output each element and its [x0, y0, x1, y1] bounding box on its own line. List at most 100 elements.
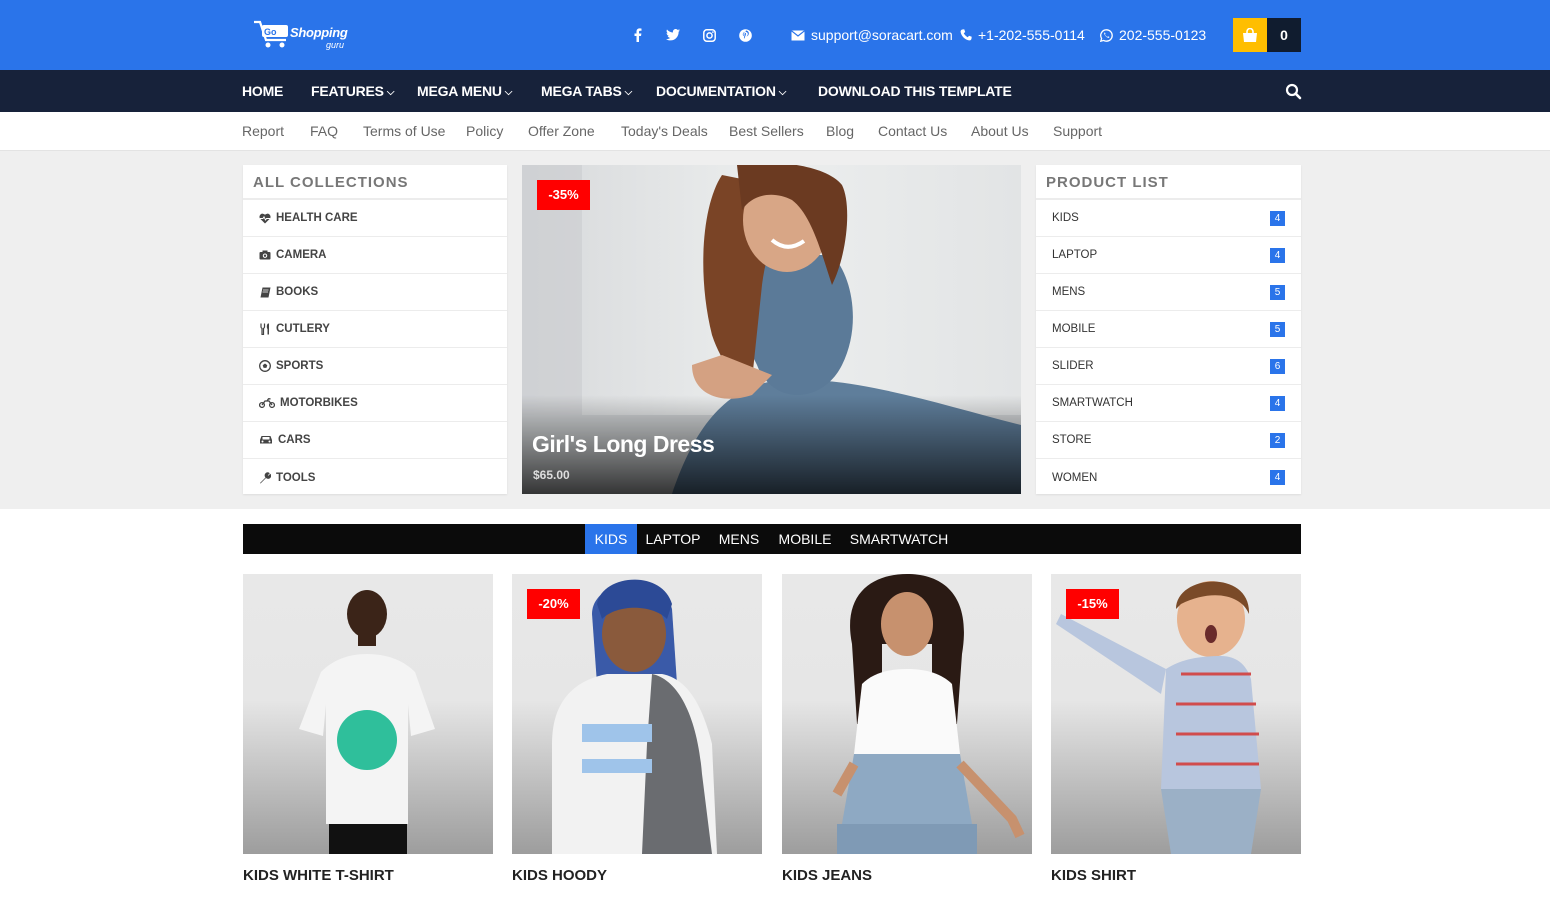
twitter-icon[interactable] — [664, 26, 682, 44]
product-list-item[interactable]: STORE 2 — [1036, 422, 1301, 459]
product-list-item[interactable]: KIDS 4 — [1036, 200, 1301, 237]
collection-cutlery[interactable]: CUTLERY — [243, 311, 507, 348]
nav-mega-tabs[interactable]: MEGA TABS ⌵ — [541, 70, 632, 112]
collection-books[interactable]: BOOKS — [243, 274, 507, 311]
collections-title: ALL COLLECTIONS — [243, 165, 507, 200]
phone-icon — [960, 29, 972, 41]
subnav-best-sellers[interactable]: Best Sellers — [729, 112, 804, 150]
whatsapp-icon — [1100, 28, 1113, 42]
subnav-support[interactable]: Support — [1053, 112, 1102, 150]
chevron-down-icon: ⌵ — [386, 87, 395, 98]
chevron-down-icon: ⌵ — [504, 87, 513, 98]
product-list-item[interactable]: MOBILE 5 — [1036, 311, 1301, 348]
nav-home[interactable]: HOME — [242, 70, 283, 112]
discount-badge: -15% — [1066, 589, 1119, 619]
count-badge: 5 — [1270, 285, 1285, 300]
product-image[interactable] — [782, 574, 1032, 854]
collection-cars[interactable]: CARS — [243, 422, 507, 459]
product-name[interactable]: KIDS JEANS — [782, 867, 872, 884]
subnav-policy[interactable]: Policy — [466, 112, 503, 150]
tab-smartwatch[interactable]: SMARTWATCH — [846, 524, 952, 554]
product-list-item[interactable]: SMARTWATCH 4 — [1036, 385, 1301, 422]
secondary-navigation: Report FAQ Terms of Use Policy Offer Zon… — [0, 112, 1550, 151]
product-list-panel: PRODUCT LIST KIDS 4 LAPTOP 4 MENS 5 MOBILE 5… — [1036, 165, 1301, 494]
cart-button[interactable]: 0 — [1233, 18, 1301, 52]
subnav-offer-zone[interactable]: Offer Zone — [528, 112, 595, 150]
subnav-faq[interactable]: FAQ — [310, 112, 338, 150]
collection-sports[interactable]: SPORTS — [243, 348, 507, 385]
product-card: KIDS WHITE T-SHIRT — [243, 574, 493, 884]
subnav-contact-us[interactable]: Contact Us — [878, 112, 947, 150]
email-text: support@soracart.com — [811, 27, 953, 43]
car-icon — [259, 434, 273, 446]
tab-kids[interactable]: KIDS — [585, 524, 637, 554]
collections-panel: ALL COLLECTIONS HEALTH CARE CAMERA BOOKS… — [243, 165, 507, 494]
count-badge: 4 — [1270, 396, 1285, 411]
product-name[interactable]: KIDS SHIRT — [1051, 867, 1136, 884]
featured-price: $65.00 — [533, 468, 570, 482]
facebook-icon[interactable] — [629, 26, 647, 44]
discount-badge: -20% — [527, 589, 580, 619]
product-list-title: PRODUCT LIST — [1036, 165, 1301, 200]
envelope-icon — [791, 29, 805, 40]
product-name[interactable]: KIDS HOODY — [512, 867, 607, 884]
phone-link[interactable]: +1-202-555-0114 — [960, 26, 1085, 44]
subnav-report[interactable]: Report — [242, 112, 284, 150]
cart-count: 0 — [1267, 18, 1301, 52]
whatsapp-text: 202-555-0123 — [1119, 27, 1207, 43]
cutlery-icon — [259, 323, 271, 335]
product-list-item[interactable]: SLIDER 6 — [1036, 348, 1301, 385]
shopping-bag-icon — [1233, 18, 1267, 52]
product-image[interactable]: -20% — [512, 574, 762, 854]
collection-camera[interactable]: CAMERA — [243, 237, 507, 274]
count-badge: 4 — [1270, 211, 1285, 226]
camera-icon — [259, 249, 271, 261]
discount-badge: -35% — [537, 180, 590, 210]
logo-text: Shopping — [290, 25, 348, 40]
main-navigation: HOME FEATURES ⌵ MEGA MENU ⌵ MEGA TABS ⌵ DOC… — [0, 70, 1550, 112]
motorcycle-icon — [259, 397, 275, 409]
nav-features[interactable]: FEATURES ⌵ — [311, 70, 394, 112]
tab-mobile[interactable]: MOBILE — [774, 524, 836, 554]
pinterest-icon[interactable] — [736, 26, 754, 44]
search-icon[interactable] — [1285, 83, 1302, 100]
category-tabs: KIDS LAPTOP MENS MOBILE SMARTWATCH — [243, 524, 1301, 554]
top-header: Go Shopping guru support@soracart.com +1… — [0, 0, 1550, 70]
product-list-item[interactable]: MENS 5 — [1036, 274, 1301, 311]
logo-subtext: guru — [326, 40, 345, 50]
featured-title[interactable]: Girl's Long Dress — [532, 431, 715, 458]
instagram-icon[interactable] — [700, 26, 718, 44]
nav-mega-menu[interactable]: MEGA MENU ⌵ — [417, 70, 512, 112]
count-badge: 2 — [1270, 433, 1285, 448]
chevron-down-icon: ⌵ — [778, 87, 787, 98]
featured-slide[interactable]: -35% Girl's Long Dress $65.00 — [522, 165, 1021, 494]
collection-tools[interactable]: TOOLS — [243, 459, 507, 496]
subnav-about-us[interactable]: About Us — [971, 112, 1029, 150]
count-badge: 4 — [1270, 248, 1285, 263]
subnav-terms-of-use[interactable]: Terms of Use — [363, 112, 445, 150]
email-link[interactable]: support@soracart.com — [791, 26, 953, 44]
product-list-item[interactable]: WOMEN 4 — [1036, 459, 1301, 496]
product-list-item[interactable]: LAPTOP 4 — [1036, 237, 1301, 274]
soccer-ball-icon — [259, 360, 271, 372]
product-image[interactable]: -15% — [1051, 574, 1301, 854]
product-card: KIDS JEANS — [782, 574, 1032, 884]
product-image[interactable] — [243, 574, 493, 854]
subnav-todays-deals[interactable]: Today's Deals — [621, 112, 708, 150]
collection-motorbikes[interactable]: MOTORBIKES — [243, 385, 507, 422]
heartbeat-icon — [259, 212, 271, 224]
book-icon — [259, 286, 271, 298]
svg-text:Go: Go — [264, 27, 277, 37]
count-badge: 6 — [1270, 359, 1285, 374]
whatsapp-link[interactable]: 202-555-0123 — [1100, 26, 1206, 44]
nav-download-template[interactable]: DOWNLOAD THIS TEMPLATE — [818, 70, 1012, 112]
count-badge: 4 — [1270, 470, 1285, 485]
collection-health-care[interactable]: HEALTH CARE — [243, 200, 507, 237]
nav-documentation[interactable]: DOCUMENTATION ⌵ — [656, 70, 786, 112]
subnav-blog[interactable]: Blog — [826, 112, 854, 150]
site-logo[interactable]: Go Shopping guru — [252, 16, 348, 54]
tab-laptop[interactable]: LAPTOP — [642, 524, 704, 554]
product-name[interactable]: KIDS WHITE T-SHIRT — [243, 867, 394, 884]
phone-text: +1-202-555-0114 — [978, 27, 1085, 43]
tab-mens[interactable]: MENS — [713, 524, 765, 554]
